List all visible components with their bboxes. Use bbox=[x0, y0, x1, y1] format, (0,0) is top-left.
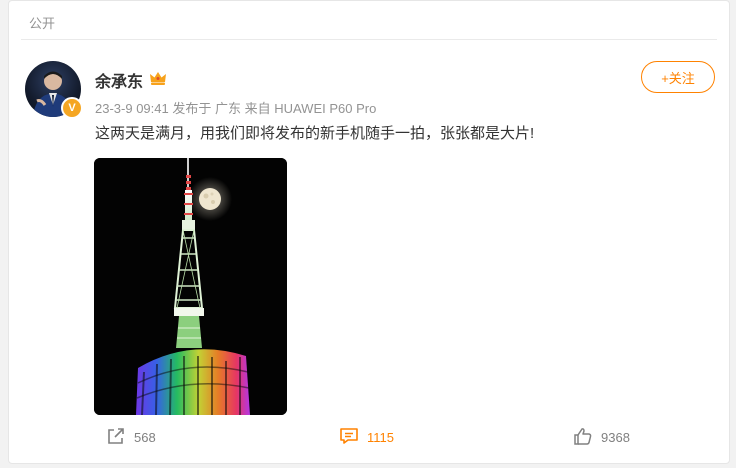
action-bar: 568 1115 9368 bbox=[9, 427, 729, 449]
visibility-label: 公开 bbox=[29, 16, 56, 31]
author-row: 余承东 bbox=[95, 68, 167, 92]
comment-count: 1115 bbox=[367, 430, 394, 445]
crown-icon bbox=[149, 70, 167, 91]
repost-button[interactable]: 568 bbox=[106, 427, 156, 448]
avatar-container[interactable]: V bbox=[25, 61, 83, 119]
post-source: 来自 HUAWEI P60 Pro bbox=[244, 101, 377, 116]
repost-icon bbox=[106, 427, 126, 448]
like-count: 9368 bbox=[601, 430, 630, 445]
username[interactable]: 余承东 bbox=[95, 68, 143, 92]
post-location: 发布于 广东 bbox=[172, 101, 241, 116]
like-button[interactable]: 9368 bbox=[573, 427, 630, 448]
verified-badge: V bbox=[61, 97, 83, 119]
post-meta: 23-3-9 09:41 发布于 广东 来自 HUAWEI P60 Pro bbox=[95, 98, 376, 117]
divider bbox=[21, 39, 717, 40]
post-text: 这两天是满月，用我们即将发布的新手机随手一拍，张张都是大片! bbox=[95, 125, 535, 142]
comment-icon bbox=[339, 427, 359, 448]
post-date[interactable]: 23-3-9 09:41 bbox=[95, 101, 169, 116]
weibo-post-card: 公开 V 余承东 +关注 23-3-9 09:41 发布于 广东 来自 HUAW… bbox=[8, 0, 730, 464]
repost-count: 568 bbox=[134, 430, 156, 445]
post-photo[interactable] bbox=[94, 158, 287, 415]
comment-button[interactable]: 1115 bbox=[339, 427, 394, 448]
follow-button[interactable]: +关注 bbox=[641, 61, 715, 93]
like-icon bbox=[573, 427, 593, 448]
